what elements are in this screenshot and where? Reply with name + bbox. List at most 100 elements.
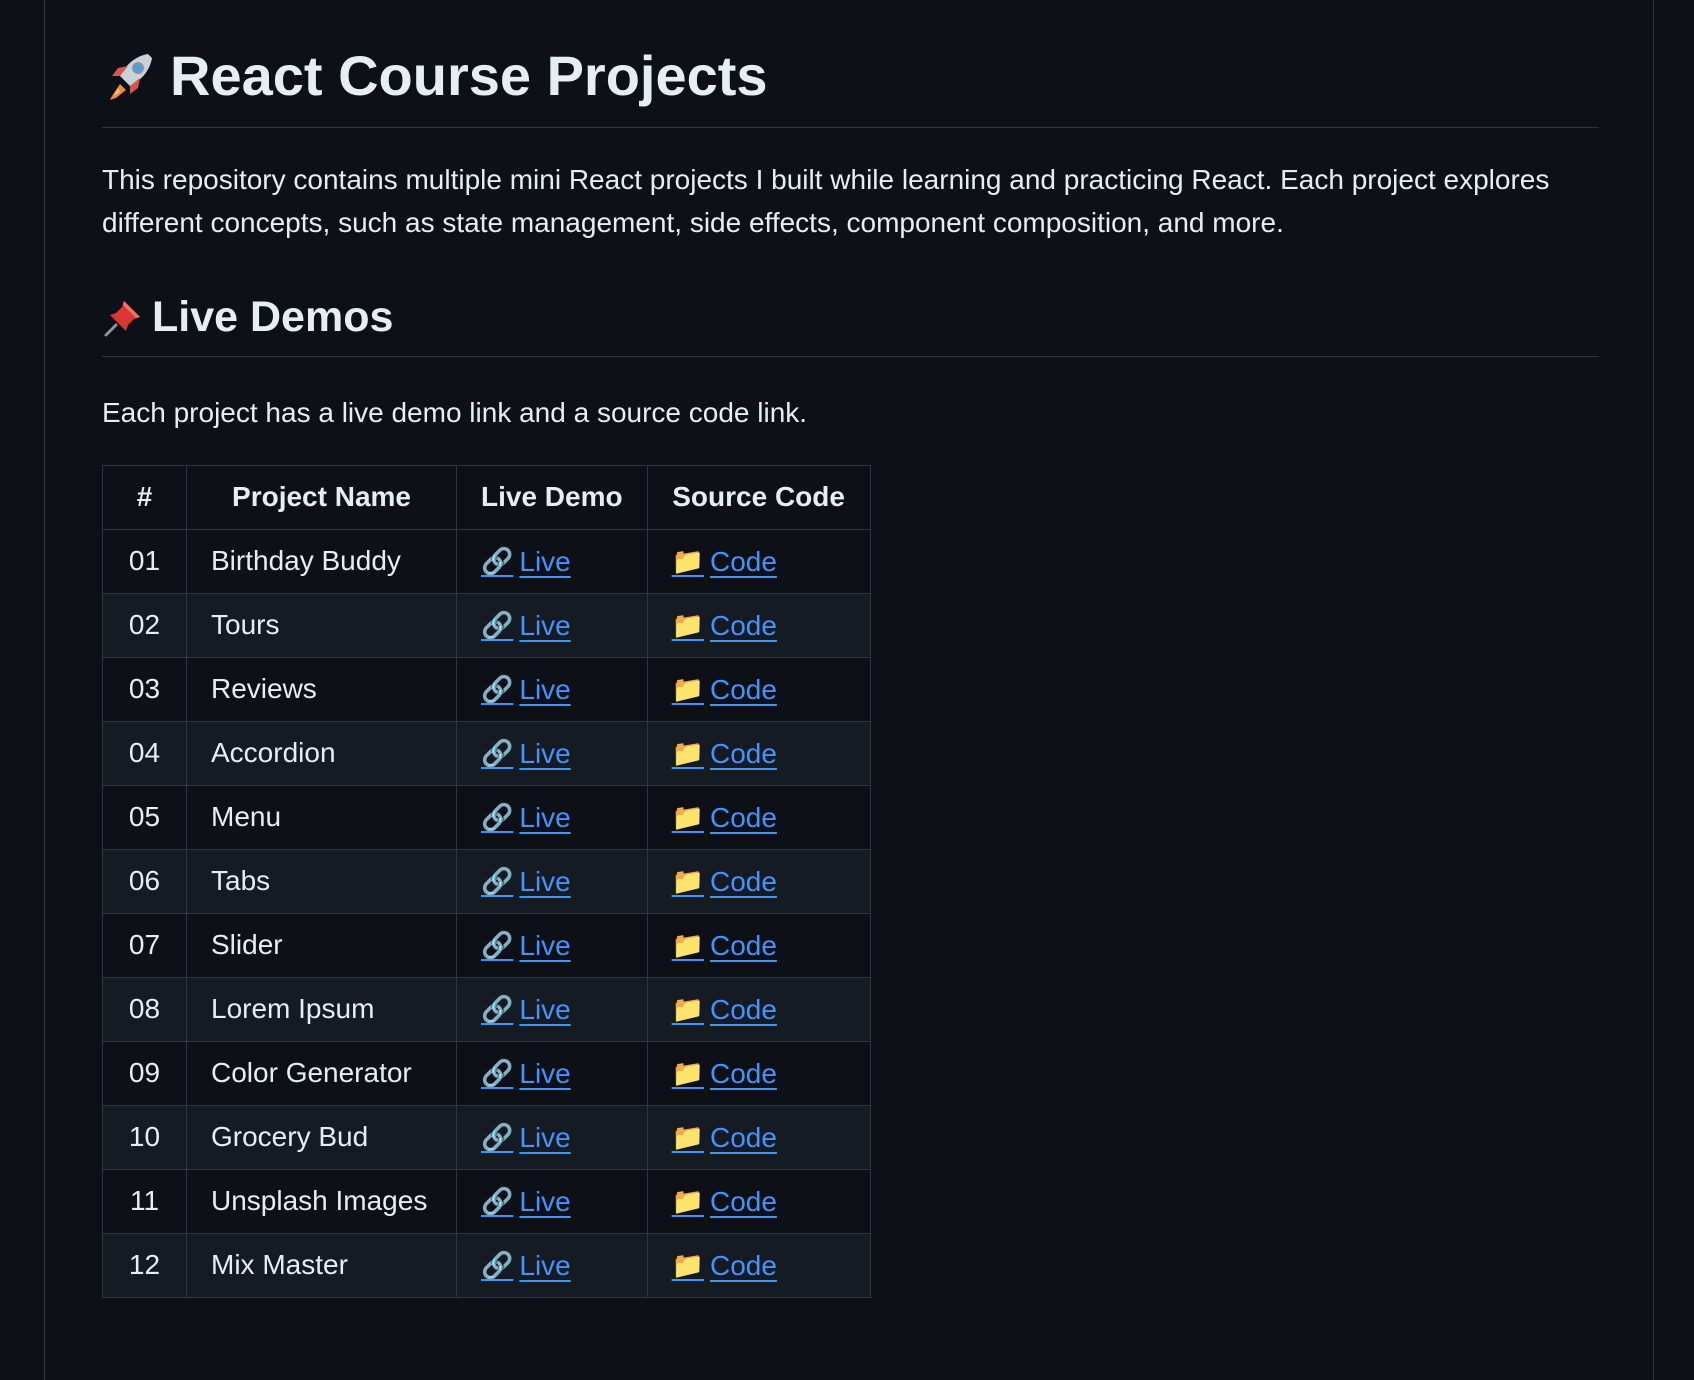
table-row: 02 Tours 🔗 Live 📁 Code xyxy=(102,592,871,658)
live-demo-cell: 🔗 Live xyxy=(456,912,648,978)
live-link-label: Live xyxy=(519,1057,571,1089)
project-number: 12 xyxy=(102,1232,187,1298)
source-code-link[interactable]: 📁 Code xyxy=(672,930,777,962)
table-header-row: # Project Name Live Demo Source Code xyxy=(102,464,871,530)
source-code-cell: 📁 Code xyxy=(646,1104,871,1170)
live-link-label: Live xyxy=(519,1249,571,1281)
table-row: 06 Tabs 🔗 Live 📁 Code xyxy=(102,848,871,914)
source-code-cell: 📁 Code xyxy=(646,592,871,658)
live-demo-link[interactable]: 🔗 Live xyxy=(481,1122,571,1154)
live-demo-link[interactable]: 🔗 Live xyxy=(481,802,571,834)
live-demo-link[interactable]: 🔗 Live xyxy=(481,1186,571,1218)
live-demo-link[interactable]: 🔗 Live xyxy=(481,546,571,578)
code-link-label: Code xyxy=(709,1249,777,1281)
code-link-label: Code xyxy=(709,609,777,641)
source-code-cell: 📁 Code xyxy=(646,656,871,722)
intro-paragraph: This repository contains multiple mini R… xyxy=(102,164,1550,239)
link-icon: 🔗 xyxy=(481,1122,514,1153)
header-number: # xyxy=(102,464,187,530)
live-demo-cell: 🔗 Live xyxy=(456,1040,648,1106)
project-number: 03 xyxy=(102,656,187,722)
link-icon: 🔗 xyxy=(481,994,514,1025)
live-link-label: Live xyxy=(519,609,571,641)
project-number: 08 xyxy=(102,976,187,1042)
project-name: Unsplash Images xyxy=(186,1168,457,1234)
source-code-link[interactable]: 📁 Code xyxy=(672,994,777,1026)
projects-table: # Project Name Live Demo Source Code 01 … xyxy=(102,464,871,1298)
project-number: 05 xyxy=(102,784,187,850)
code-link-label: Code xyxy=(709,1185,777,1217)
source-code-link[interactable]: 📁 Code xyxy=(672,866,777,898)
header-project-name: Project Name xyxy=(186,464,457,530)
project-name: Color Generator xyxy=(186,1040,457,1106)
folder-icon: 📁 xyxy=(671,866,704,897)
live-demo-cell: 🔗 Live xyxy=(456,784,648,850)
live-demo-cell: 🔗 Live xyxy=(456,1232,648,1298)
page-title: React Course Projects xyxy=(102,0,1599,129)
live-demo-link[interactable]: 🔗 Live xyxy=(481,994,571,1026)
project-name: Grocery Bud xyxy=(186,1104,457,1170)
project-name: Accordion xyxy=(186,720,457,786)
source-code-link[interactable]: 📁 Code xyxy=(672,738,777,770)
table-row: 09 Color Generator 🔗 Live 📁 Code xyxy=(102,1040,871,1106)
code-link-label: Code xyxy=(709,865,777,897)
code-link-label: Code xyxy=(709,801,777,833)
live-demo-link[interactable]: 🔗 Live xyxy=(481,866,571,898)
source-code-cell: 📁 Code xyxy=(646,1168,871,1234)
folder-icon: 📁 xyxy=(671,1186,704,1217)
project-number: 06 xyxy=(102,848,187,914)
live-link-label: Live xyxy=(519,993,571,1025)
link-icon: 🔗 xyxy=(481,610,514,641)
folder-icon: 📁 xyxy=(671,994,704,1025)
source-code-link[interactable]: 📁 Code xyxy=(672,674,777,706)
project-number: 09 xyxy=(102,1040,187,1106)
live-demo-link[interactable]: 🔗 Live xyxy=(481,930,571,962)
project-name: Tabs xyxy=(186,848,457,914)
live-demo-cell: 🔗 Live xyxy=(456,1168,648,1234)
live-demo-cell: 🔗 Live xyxy=(456,976,648,1042)
folder-icon: 📁 xyxy=(671,546,704,577)
live-demo-link[interactable]: 🔗 Live xyxy=(481,1250,571,1282)
source-code-link[interactable]: 📁 Code xyxy=(672,1186,777,1218)
folder-icon: 📁 xyxy=(671,1250,704,1281)
code-link-label: Code xyxy=(709,1057,777,1089)
live-demo-link[interactable]: 🔗 Live xyxy=(481,738,571,770)
link-icon: 🔗 xyxy=(481,1058,514,1089)
pushpin-icon xyxy=(102,297,144,339)
source-code-link[interactable]: 📁 Code xyxy=(672,1122,777,1154)
link-icon: 🔗 xyxy=(481,930,514,961)
source-code-cell: 📁 Code xyxy=(646,784,871,850)
project-number: 11 xyxy=(102,1168,187,1234)
source-code-cell: 📁 Code xyxy=(646,1040,871,1106)
live-demo-link[interactable]: 🔗 Live xyxy=(481,1058,571,1090)
live-demo-link[interactable]: 🔗 Live xyxy=(481,610,571,642)
project-name: Menu xyxy=(186,784,457,850)
folder-icon: 📁 xyxy=(671,738,704,769)
project-name: Reviews xyxy=(186,656,457,722)
project-name: Birthday Buddy xyxy=(186,528,457,594)
header-source-code: Source Code xyxy=(646,464,871,530)
live-demo-link[interactable]: 🔗 Live xyxy=(481,674,571,706)
live-demos-heading-text: Live Demos xyxy=(152,293,394,342)
source-code-cell: 📁 Code xyxy=(646,848,871,914)
source-code-link[interactable]: 📁 Code xyxy=(672,546,777,578)
project-name: Slider xyxy=(186,912,457,978)
link-icon: 🔗 xyxy=(481,802,514,833)
source-code-link[interactable]: 📁 Code xyxy=(672,802,777,834)
folder-icon: 📁 xyxy=(671,802,704,833)
source-code-link[interactable]: 📁 Code xyxy=(672,1058,777,1090)
code-link-label: Code xyxy=(709,993,777,1025)
folder-icon: 📁 xyxy=(671,1058,704,1089)
table-row: 05 Menu 🔗 Live 📁 Code xyxy=(102,784,871,850)
table-row: 07 Slider 🔗 Live 📁 Code xyxy=(102,912,871,978)
source-code-link[interactable]: 📁 Code xyxy=(672,1250,777,1282)
code-link-label: Code xyxy=(709,673,777,705)
table-row: 03 Reviews 🔗 Live 📁 Code xyxy=(102,656,871,722)
live-demo-cell: 🔗 Live xyxy=(456,528,648,594)
live-link-label: Live xyxy=(519,1121,571,1153)
source-code-cell: 📁 Code xyxy=(646,912,871,978)
project-name: Tours xyxy=(186,592,457,658)
page-title-text: React Course Projects xyxy=(170,44,768,107)
source-code-link[interactable]: 📁 Code xyxy=(672,610,777,642)
folder-icon: 📁 xyxy=(671,610,704,641)
